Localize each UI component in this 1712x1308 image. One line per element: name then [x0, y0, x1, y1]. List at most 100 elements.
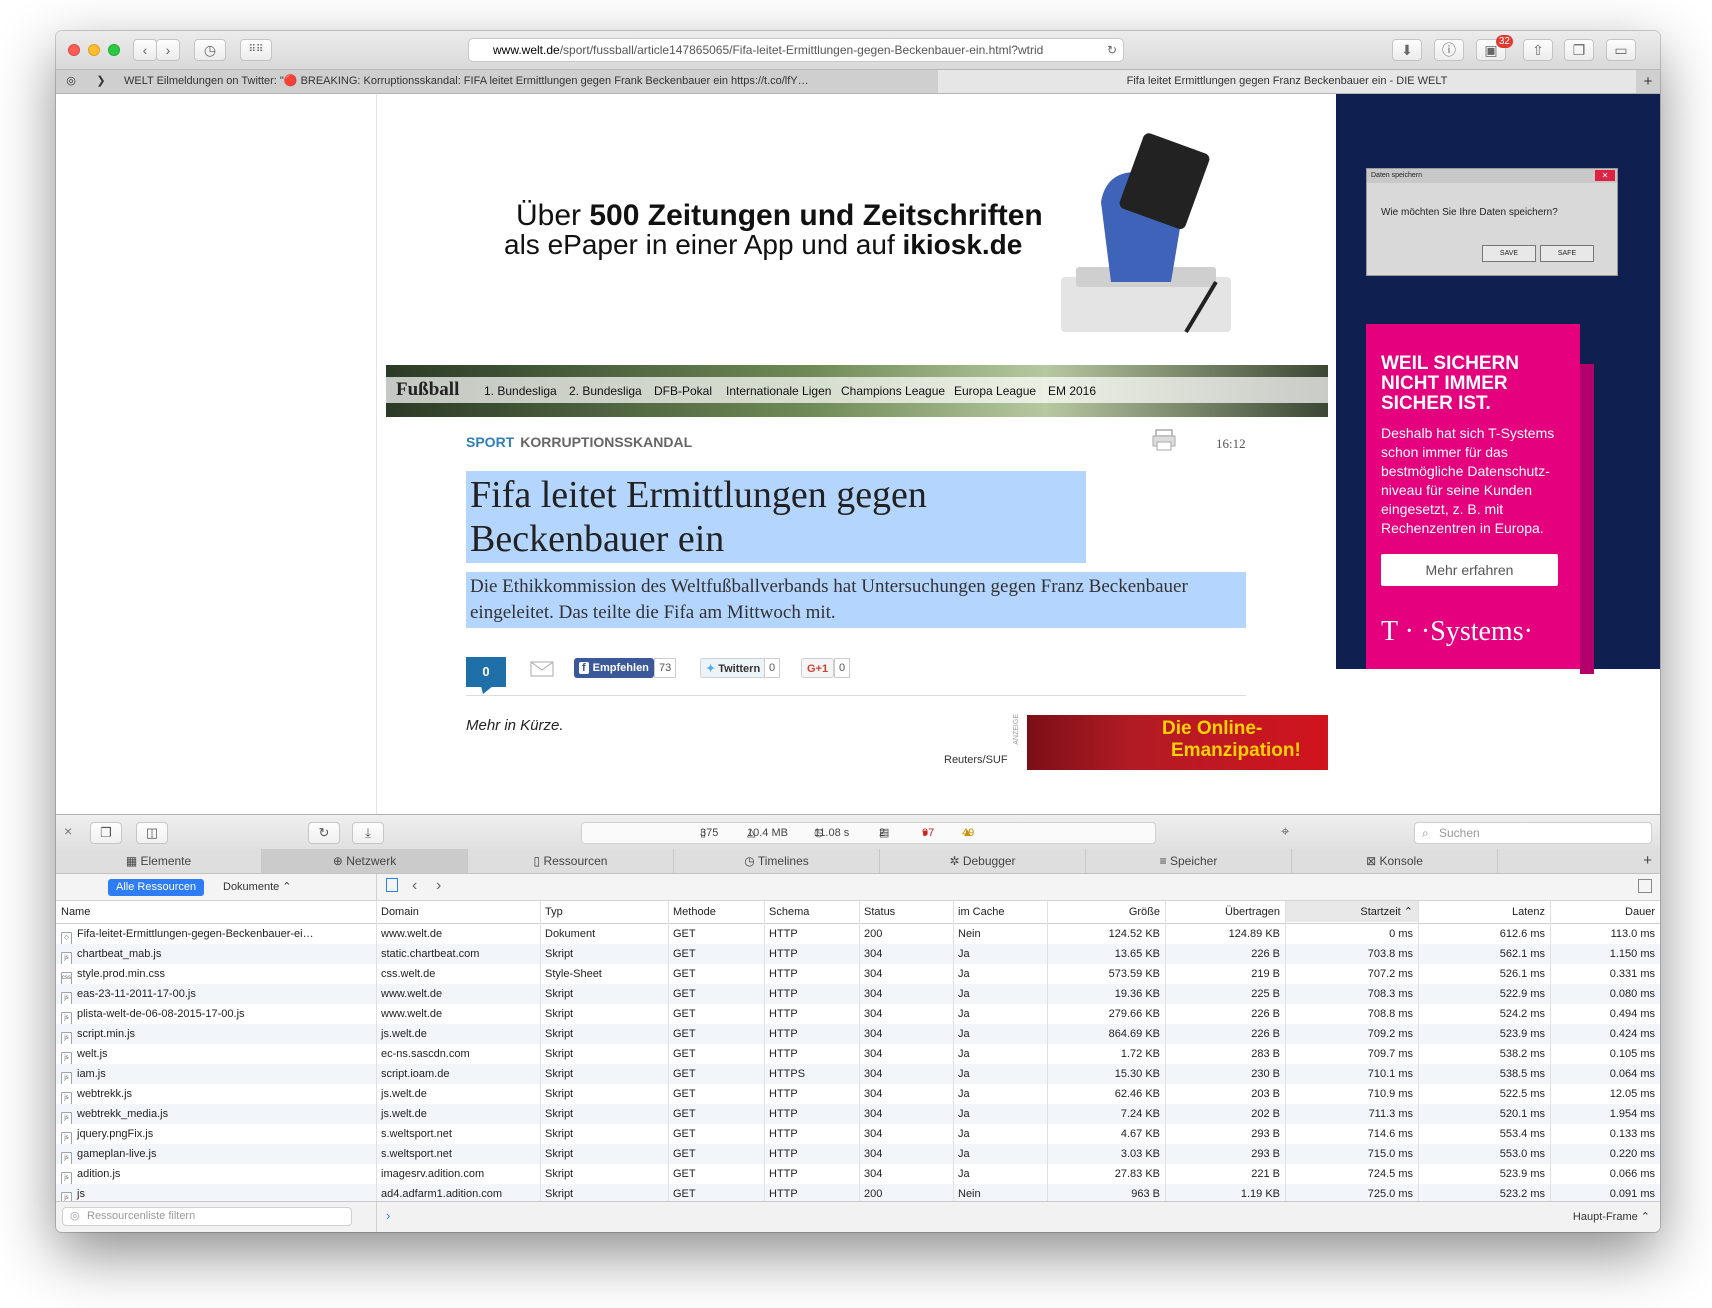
column-header-start-time[interactable]: Startzeit ⌃	[1285, 901, 1418, 922]
nav-item-dfb-pokal[interactable]: DFB-Pokal	[654, 384, 712, 398]
ad-more-button[interactable]: Mehr erfahren	[1381, 554, 1558, 586]
ikiosk-ad[interactable]: Über 500 Zeitungen und Zeitschriften als…	[386, 94, 1328, 362]
frame-select[interactable]: Haupt-Frame ⌃	[1573, 1210, 1650, 1223]
undock-button[interactable]: ❐	[90, 822, 122, 844]
table-row[interactable]: js eas-23-11-2011-17-00.js www.welt.de Skri…	[56, 984, 1660, 1004]
column-separator[interactable]	[540, 901, 541, 1201]
filter-documents-select[interactable]: Dokumente ⌃	[223, 879, 292, 896]
column-header-latency[interactable]: Latenz	[1418, 902, 1550, 922]
google-plus-button[interactable]: G+1	[801, 658, 835, 678]
column-separator[interactable]	[668, 901, 669, 1201]
column-header-status[interactable]: Status	[859, 902, 953, 922]
nav-item-internationale-ligen[interactable]: Internationale Ligen	[726, 384, 831, 398]
column-header-size[interactable]: Größe	[1047, 902, 1165, 922]
table-row[interactable]: js adition.js imagesrv.adition.com Skript GE…	[56, 1164, 1660, 1184]
top-sites-button[interactable]: ⠿⠿	[240, 39, 272, 61]
download-archive-button[interactable]: ⤓	[352, 822, 384, 844]
table-row[interactable]: ◇ Fifa-leitet-Ermittlungen-gegen-Beckenba…	[56, 924, 1660, 944]
column-separator[interactable]	[1550, 901, 1551, 1201]
tab-pinned[interactable]: ◎	[56, 70, 86, 93]
nav-item-em-2016[interactable]: EM 2016	[1048, 384, 1096, 398]
comment-count-button[interactable]: 0	[466, 657, 506, 687]
column-header-transferred[interactable]: Übertragen	[1165, 902, 1285, 922]
tab-elemente[interactable]: ▦ Elemente	[56, 849, 262, 873]
tabs-overview-button[interactable]: ❐	[1564, 39, 1594, 61]
mail-icon[interactable]	[530, 661, 554, 677]
table-row[interactable]: js webtrekk.js js.welt.de Skript GET HTTP 304 J…	[56, 1084, 1660, 1104]
tab-overflow[interactable]: ❯	[86, 70, 116, 93]
tab-ressourcen[interactable]: ▯ Ressourcen	[468, 849, 674, 873]
table-row[interactable]: css style.prod.min.css css.welt.de Style-Sh…	[56, 964, 1660, 984]
password-button[interactable]: ⓘ	[1434, 39, 1464, 61]
table-row[interactable]: js js ad4.adfarm1.adition.com Skript GET HTTP…	[56, 1184, 1660, 1201]
table-row[interactable]: js iam.js script.ioam.de Skript GET HTTPS 304 J…	[56, 1064, 1660, 1084]
tab-speicher[interactable]: ≡ Speicher	[1086, 849, 1292, 873]
resource-filter-input[interactable]: ◎ Ressourcenliste filtern	[62, 1207, 352, 1226]
kicker-topic[interactable]: KORRUPTIONSSKANDAL	[520, 434, 692, 450]
table-row[interactable]: js script.min.js js.welt.de Skript GET HTTP 30…	[56, 1024, 1660, 1044]
column-separator[interactable]	[1418, 901, 1419, 1201]
nav-item-champions-league[interactable]: Champions League	[841, 384, 945, 398]
zoom-window-button[interactable]	[108, 44, 120, 56]
tab-konsole[interactable]: ⊠ Konsole	[1292, 849, 1498, 873]
tsystems-ad[interactable]: Daten speichern ✕ Wie möchten Sie Ihre D…	[1336, 94, 1660, 674]
column-separator[interactable]	[1285, 901, 1286, 1201]
column-header-type[interactable]: Typ	[540, 902, 668, 922]
kicker-section[interactable]: SPORT	[466, 434, 514, 450]
table-row[interactable]: js chartbeat_mab.js static.chartbeat.com Sk…	[56, 944, 1660, 964]
details-sidebar-icon[interactable]	[1638, 879, 1652, 893]
back-button[interactable]: ‹	[133, 39, 157, 61]
back-icon[interactable]: ‹	[412, 877, 417, 895]
facebook-like-button[interactable]: f Empfehlen	[574, 658, 654, 678]
column-separator[interactable]	[859, 901, 860, 1201]
tab-netzwerk[interactable]: ⊕ Netzwerk	[262, 849, 468, 873]
tab-debugger[interactable]: ✲ Debugger	[880, 849, 1086, 873]
column-header-cached[interactable]: im Cache	[953, 902, 1047, 922]
column-separator[interactable]	[953, 901, 954, 1201]
print-icon[interactable]	[1152, 429, 1176, 451]
column-separator[interactable]	[1047, 901, 1048, 1201]
share-button[interactable]: ⇧	[1523, 39, 1553, 61]
reload-page-button[interactable]: ↻	[308, 822, 340, 844]
emanzipation-ad[interactable]: Die Online- Emanzipation!	[1027, 715, 1328, 770]
close-window-button[interactable]	[68, 44, 80, 56]
twitter-button[interactable]: ✦ Twittern	[700, 658, 767, 678]
history-button[interactable]: ◷	[194, 39, 226, 61]
nav-item-europa-league[interactable]: Europa League	[954, 384, 1036, 398]
devtools-search[interactable]: ⌕ Suchen	[1414, 822, 1652, 844]
tab-twitter[interactable]: WELT Eilmeldungen on Twitter: "🔴 BREAKIN…	[118, 70, 938, 93]
column-header-domain[interactable]: Domain	[376, 902, 540, 922]
column-header-method[interactable]: Methode	[668, 902, 764, 922]
console-prompt-icon[interactable]: ›	[386, 1208, 390, 1223]
column-separator[interactable]	[376, 901, 377, 1201]
reload-icon[interactable]: ↻	[1107, 39, 1117, 61]
filter-all-resources[interactable]: Alle Ressourcen	[108, 879, 205, 896]
forward-button[interactable]: ›	[156, 39, 180, 61]
section-brand[interactable]: Fußball	[396, 379, 459, 401]
table-row[interactable]: js gameplan-live.js s.weltsport.net Skript G…	[56, 1144, 1660, 1164]
table-row[interactable]: js webtrekk_media.js js.welt.de Skript GET HT…	[56, 1104, 1660, 1124]
crosshair-icon[interactable]: ⌖	[1281, 823, 1289, 840]
close-devtools-icon[interactable]: ×	[64, 823, 72, 839]
nav-item-bundesliga-2[interactable]: 2. Bundesliga	[569, 384, 642, 398]
tab-timelines[interactable]: ◷ Timelines	[674, 849, 880, 873]
dock-side-button[interactable]: ◫	[136, 822, 168, 844]
minimize-window-button[interactable]	[88, 44, 100, 56]
navigation-sidebar-icon[interactable]	[386, 878, 398, 892]
table-row[interactable]: js plista-welt-de-06-08-2015-17-00.js www.…	[56, 1004, 1660, 1024]
table-row[interactable]: js jquery.pngFix.js s.weltsport.net Skript G…	[56, 1124, 1660, 1144]
tab-welt-article[interactable]: Fifa leitet Ermittlungen gegen Franz Bec…	[938, 70, 1636, 93]
address-bar[interactable]: www.welt.de/sport/fussball/article147865…	[468, 38, 1124, 62]
downloads-button[interactable]: ⬇	[1392, 39, 1422, 61]
forward-icon[interactable]: ›	[436, 877, 441, 895]
sidebar-button[interactable]: ▭	[1606, 39, 1636, 61]
column-header-name[interactable]: Name	[56, 902, 376, 922]
column-separator[interactable]	[1165, 901, 1166, 1201]
new-tab-button[interactable]: +	[1636, 70, 1660, 93]
column-header-scheme[interactable]: Schema	[764, 902, 859, 922]
column-header-duration[interactable]: Dauer	[1550, 902, 1660, 922]
column-separator[interactable]	[764, 901, 765, 1201]
add-tab-button[interactable]: +	[1498, 849, 1660, 873]
notifications-button[interactable]: ▣ 32	[1476, 35, 1513, 61]
table-row[interactable]: js welt.js ec-ns.sascdn.com Skript GET HTTP 30…	[56, 1044, 1660, 1064]
